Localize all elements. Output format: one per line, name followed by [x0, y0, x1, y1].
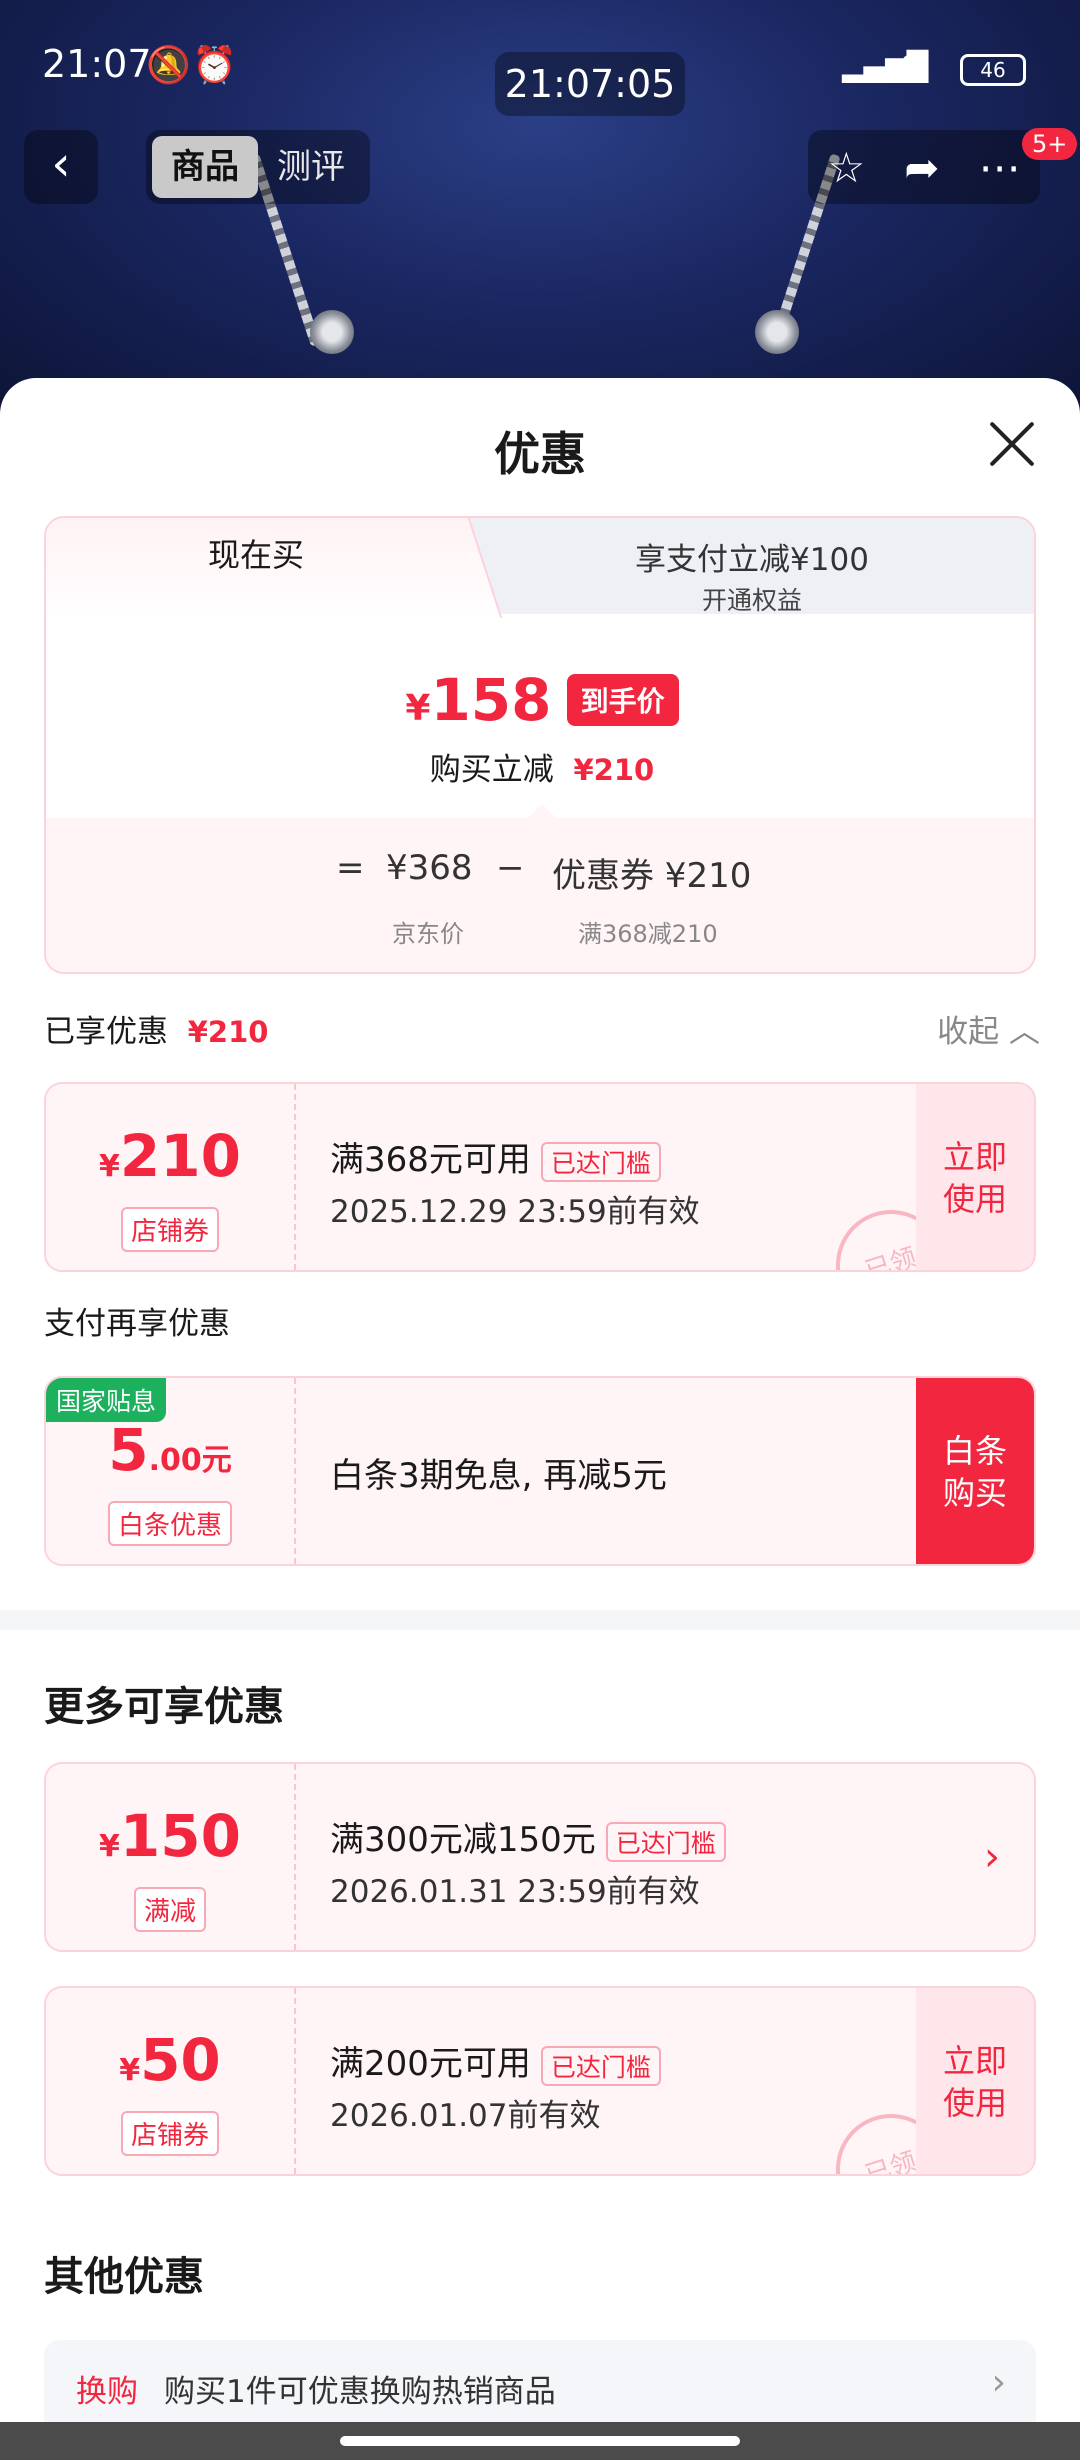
coupon-expiry: 2026.01.31 23:59前有效 — [330, 1873, 700, 1910]
coupon-type: 店铺券 — [120, 1207, 219, 1252]
chevron-up-icon: ︿ — [1009, 1014, 1040, 1050]
section-divider — [0, 1610, 1080, 1630]
formula-coupon: 优惠券 ¥210 — [552, 856, 752, 896]
formula-minus: − — [496, 848, 525, 888]
center-clock: 21:07:05 — [495, 52, 685, 116]
price-summary-card: 享支付立减¥100 开通权益 现在买 ¥158 到手价 购买立减 ¥210 = … — [44, 516, 1036, 974]
pay-coupon-desc: 白条3期免息, 再减5元 — [330, 1456, 667, 1496]
coupon-details: 满300元减150元 已达门槛 2026.01.31 23:59前有效 — [330, 1812, 726, 1911]
coupon-expiry: 2025.12.29 23:59前有效 — [330, 1193, 700, 1230]
status-bar: 21:07 🔕 ⏰ 21:07:05 ▂▄▆█ ≋ 46 — [0, 0, 1080, 130]
coupon-value: ¥50 店铺券 — [46, 1988, 296, 2174]
national-subsidy-tag: 国家贴息 — [46, 1378, 167, 1422]
tab-product[interactable]: 商品 — [152, 136, 258, 198]
home-indicator[interactable] — [340, 2436, 740, 2446]
chevron-right-icon[interactable]: › — [984, 1834, 1000, 1880]
coupon-value: ¥210 店铺券 — [46, 1084, 296, 1270]
page-tabs: 商品 测评 — [146, 130, 370, 204]
tab-buy-now[interactable]: 现在买 — [46, 518, 466, 618]
final-price-row: ¥158 到手价 — [46, 666, 1034, 734]
more-section-title: 更多可享优惠 — [44, 1684, 284, 1730]
status-time: 21:07 — [42, 42, 152, 86]
more-coupon-2: ¥50 店铺券 满200元可用 已达门槛 2026.01.07前有效 已领 立即 … — [44, 1986, 1036, 2176]
coupon-expiry: 2026.01.07前有效 — [330, 2097, 601, 2134]
coupon-details: 满368元可用 已达门槛 2025.12.29 23:59前有效 — [330, 1140, 700, 1230]
battery-icon: 46 — [960, 54, 1026, 86]
back-button[interactable]: ‹ — [24, 130, 98, 204]
coupon-value: ¥150 满减 — [46, 1764, 296, 1950]
tab-pay-benefit[interactable]: 享支付立减¥100 开通权益 — [466, 518, 1034, 615]
more-icon[interactable]: ⋯ — [978, 143, 1020, 192]
use-now-button[interactable]: 立即 使用 — [916, 1084, 1034, 1270]
threshold-badge: 已达门槛 — [540, 1141, 661, 1182]
tab-pay-sub: 开通权益 — [701, 586, 802, 615]
star-icon[interactable]: ☆ — [828, 143, 866, 192]
more-coupon-1[interactable]: ¥150 满减 满300元减150元 已达门槛 2026.01.31 23:59前… — [44, 1762, 1036, 1952]
chevron-right-icon: › — [991, 2362, 1006, 2403]
notification-badge: 5+ — [1022, 128, 1078, 160]
collapse-button[interactable]: 收起 ︿ — [937, 1006, 1040, 1051]
baitiao-buy-button[interactable]: 白条 购买 — [916, 1378, 1034, 1564]
use-now-button[interactable]: 立即 使用 — [916, 1988, 1034, 2174]
formula-base-label: 京东价 — [392, 920, 464, 948]
other-section-title: 其他优惠 — [44, 2254, 204, 2300]
close-button[interactable] — [984, 416, 1040, 472]
formula-base-price: ¥368 — [386, 848, 473, 888]
instant-off: 购买立减 ¥210 — [429, 752, 655, 788]
swap-text: 购买1件可优惠换购热销商品 — [164, 2374, 556, 2410]
nav-actions: ☆ ➦ ⋯ — [808, 130, 1040, 204]
share-icon[interactable]: ➦ — [904, 143, 939, 192]
final-price-tag: 到手价 — [566, 674, 679, 726]
wifi-icon: ≋ — [900, 44, 931, 85]
formula-coupon-label: 满368减210 — [578, 920, 718, 948]
chevron-left-icon: ‹ — [51, 136, 71, 192]
threshold-badge: 已达门槛 — [605, 1821, 726, 1862]
pay-coupon-type: 白条优惠 — [107, 1501, 232, 1546]
coupon-details: 满200元可用 已达门槛 2026.01.07前有效 — [330, 2036, 661, 2135]
final-price: ¥158 — [405, 666, 552, 734]
necklace-gem — [310, 310, 354, 354]
swap-label: 换购 — [76, 2374, 138, 2410]
sheet-title: 优惠 — [494, 427, 586, 481]
tab-pay-title: 享支付立减¥100 — [635, 542, 869, 578]
applied-coupon: ¥210 店铺券 满368元可用 已达门槛 2025.12.29 23:59前有效… — [44, 1082, 1036, 1272]
coupon-type: 店铺券 — [120, 2111, 219, 2156]
top-nav: ‹ 商品 测评 ☆ ➦ ⋯ — [0, 130, 1080, 210]
pay-coupon: 5.00元 白条优惠 国家贴息 白条3期免息, 再减5元 白条 购买 — [44, 1376, 1036, 1566]
threshold-badge: 已达门槛 — [540, 2045, 661, 2086]
tab-review[interactable]: 测评 — [258, 136, 364, 198]
price-formula: = ¥368 − 优惠券 ¥210 京东价 满368减210 — [46, 818, 1034, 972]
enjoyed-discount: 已享优惠 ¥210 — [44, 1014, 269, 1050]
formula-equals: = — [336, 848, 365, 888]
coupon-type: 满减 — [133, 1887, 206, 1932]
pay-section-title: 支付再享优惠 — [44, 1306, 230, 1342]
discount-sheet: 优惠 享支付立减¥100 开通权益 现在买 ¥158 到手价 购买立减 ¥210… — [0, 378, 1080, 2460]
alarm-icon: ⏰ — [192, 45, 237, 86]
necklace-gem — [755, 310, 799, 354]
bell-off-icon: 🔕 — [146, 45, 191, 86]
